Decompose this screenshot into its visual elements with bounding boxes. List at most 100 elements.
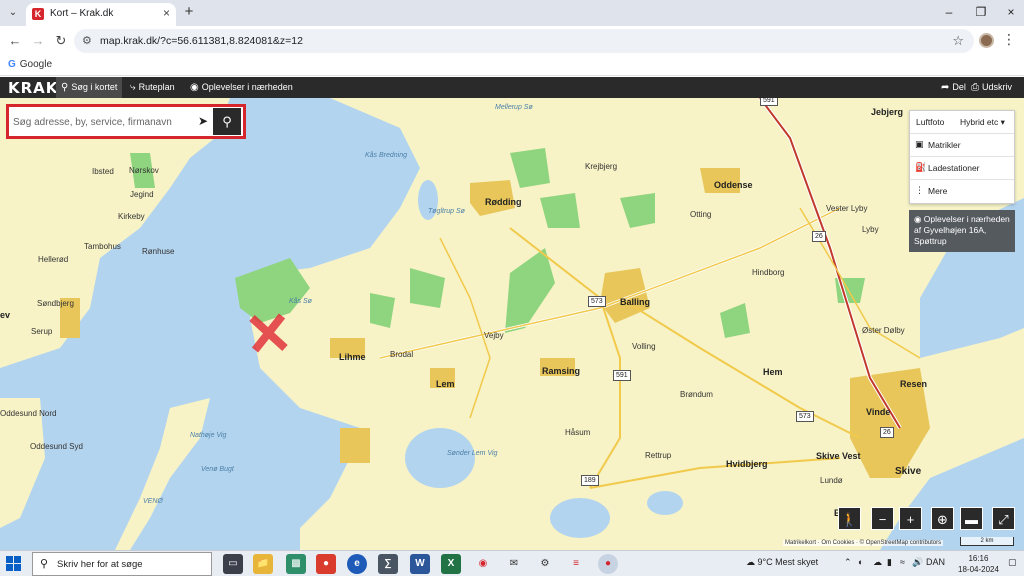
minimize-icon[interactable]: –	[938, 2, 960, 22]
reload-icon[interactable]: ↻	[52, 32, 70, 50]
volume-icon[interactable]: 🔊	[912, 557, 923, 568]
settings-gear-icon[interactable]: ⚙	[535, 554, 555, 574]
map-marker-icon[interactable]: ◉	[473, 554, 493, 574]
language-indicator[interactable]: DAN	[926, 557, 945, 567]
map-attribution[interactable]: Matrikelkort · Om Cookies · © OpenStreet…	[783, 540, 944, 546]
hybrid-label: Hybrid etc	[960, 117, 999, 127]
weather-widget[interactable]: ☁ 9°C Mest skyet	[746, 557, 818, 568]
onedrive-cloud-icon[interactable]: ☁	[873, 557, 882, 568]
windows-taskbar: ⚲ Skriv her for at søge ▭ 📁 ▩ ● e ∑ W X …	[0, 550, 1024, 576]
map-label-water: Sønder Lem Vig	[447, 450, 498, 457]
map-label-village: Hindborg	[752, 268, 785, 277]
browser-tab[interactable]: K Kort – Krak.dk ×	[26, 3, 176, 26]
calculator-icon[interactable]: ∑	[378, 554, 398, 574]
back-arrow-icon[interactable]: ←	[6, 32, 24, 50]
map-label-town: Balling	[620, 297, 651, 307]
krak-logo[interactable]: KRAK	[8, 79, 58, 97]
excel-icon[interactable]: X	[441, 554, 461, 574]
search-button[interactable]: ⚲	[213, 108, 241, 135]
zoom-in-button[interactable]: +	[899, 507, 922, 530]
google-icon: G	[8, 59, 16, 70]
map-label-village: Jegind	[130, 190, 154, 199]
nearby-text: Oplevelser i nærheden af Gyvelhøjen 16A,…	[914, 214, 1010, 246]
taskbar-search[interactable]: ⚲ Skriv her for at søge	[32, 552, 212, 576]
hybrid-dropdown[interactable]: Hybrid etc ▾	[960, 117, 1005, 128]
cloud-icon: ☁	[746, 557, 755, 567]
map-label-water: Kås Bredning	[365, 152, 408, 159]
printer-icon: ⎙	[971, 82, 979, 93]
map-label-village: Tambohus	[84, 242, 121, 251]
tab-title: Kort – Krak.dk	[50, 8, 114, 19]
map-label-town: Oddense	[714, 180, 753, 190]
browser-toolbar: ← → ↻ ⚙ map.krak.dk/?c=56.611381,8.82408…	[0, 26, 1024, 56]
caret-down-icon: ▾	[1000, 117, 1005, 127]
nav-search-map[interactable]: ⚲ Søg i kortet	[56, 77, 123, 98]
tray-app-icon[interactable]: ◐	[858, 557, 863, 567]
forward-arrow-icon[interactable]: →	[29, 32, 47, 50]
map-label-town: Vinde	[866, 407, 891, 417]
maps-pin-icon[interactable]: ●	[316, 554, 336, 574]
restore-icon[interactable]: ❐	[970, 2, 992, 22]
map-label-village: Ibsted	[92, 167, 114, 176]
fullscreen-icon[interactable]: ⤢	[992, 507, 1015, 530]
close-window-icon[interactable]: ×	[1000, 2, 1022, 22]
map-canvas[interactable]: Lihme Lem Ramsing Balling Hem Oddense Re…	[0, 98, 1024, 550]
parcel-icon: ▣	[915, 139, 924, 149]
site-info-icon[interactable]: ⚙	[82, 34, 92, 47]
nav-label: Ruteplan	[138, 82, 175, 92]
address-bar[interactable]: ⚙ map.krak.dk/?c=56.611381,8.824081&z=12…	[74, 29, 974, 53]
task-view-icon[interactable]: ▭	[223, 554, 243, 574]
share-label: Del	[952, 82, 966, 92]
tray-chevron-icon[interactable]: ⌃	[844, 557, 852, 568]
bookmark-google[interactable]: G Google	[8, 59, 52, 70]
layer-label: Mere	[928, 186, 948, 196]
measure-ruler-icon[interactable]: ▬	[960, 507, 983, 530]
edge-browser-icon[interactable]: e	[347, 554, 367, 574]
map-label-village: Oddesund Syd	[30, 442, 83, 451]
map-label-water: Venø Bugt	[201, 466, 234, 473]
battery-icon[interactable]: ▮	[887, 557, 892, 568]
road-shield: 573	[796, 411, 814, 422]
tab-search-chevron-icon[interactable]: ⌄	[4, 4, 22, 22]
profile-avatar[interactable]	[979, 33, 994, 48]
weather-text: 9°C Mest skyet	[757, 557, 819, 567]
clock[interactable]: 16:16 18-04-2024	[958, 553, 999, 575]
bookmark-star-icon[interactable]: ☆	[952, 33, 964, 49]
chrome-icon[interactable]: ●	[598, 554, 618, 574]
word-icon[interactable]: W	[410, 554, 430, 574]
krak-navbar: KRAK ⚲ Søg i kortet ⤷ Ruteplan ◉ Oplevelser…	[0, 77, 1024, 98]
zoom-out-button[interactable]: −	[871, 507, 894, 530]
layer-panel: Luftfoto Hybrid etc ▾ ▣ Matrikler ⛽ Ladest…	[909, 110, 1015, 204]
layer-item-ladestationer[interactable]: ⛽ Ladestationer	[910, 157, 1014, 180]
road-shield: 26	[880, 427, 894, 438]
map-label-town: Rødding	[485, 197, 522, 207]
layer-item-more[interactable]: ⋮ Mere	[910, 180, 1014, 203]
windows-start-icon[interactable]	[6, 556, 22, 572]
map-label-village: Kirkeby	[118, 212, 145, 221]
photos-icon[interactable]: ▩	[286, 554, 306, 574]
streetview-person-icon[interactable]: 🚶	[838, 507, 861, 530]
browser-menu-icon[interactable]: ⋮	[1002, 31, 1016, 48]
my-location-icon[interactable]: ⊕	[931, 507, 954, 530]
nearby-panel[interactable]: ◉ Oplevelser i nærheden af Gyvelhøjen 16…	[909, 210, 1015, 252]
mail-icon[interactable]: ✉	[504, 554, 524, 574]
nav-route-plan[interactable]: ⤷ Ruteplan	[125, 77, 180, 98]
new-tab-button[interactable]: +	[180, 3, 198, 21]
share-icon: ➦	[941, 82, 950, 93]
map-label-village: Serup	[31, 327, 53, 336]
map-label-town: Hem	[763, 367, 783, 377]
search-box: ➤ ⚲	[6, 104, 246, 139]
aerial-toggle[interactable]: Luftfoto	[916, 117, 944, 127]
nav-nearby[interactable]: ◉ Oplevelser i nærheden	[185, 77, 298, 98]
layer-item-matrikler[interactable]: ▣ Matrikler	[910, 134, 1014, 157]
binoculars-icon: ◉	[914, 214, 922, 224]
file-explorer-icon[interactable]: 📁	[253, 554, 273, 574]
locate-arrow-icon[interactable]: ➤	[191, 109, 215, 133]
map-label-village: Søndbjerg	[37, 299, 74, 308]
search-input[interactable]	[13, 111, 189, 133]
dsb-train-icon[interactable]: ≡	[566, 554, 586, 574]
print-button[interactable]: ⎙ Udskriv	[966, 77, 1017, 98]
wifi-icon[interactable]: ≈	[900, 557, 905, 567]
close-tab-icon[interactable]: ×	[163, 6, 170, 20]
notifications-icon[interactable]: ▢	[1008, 557, 1017, 568]
